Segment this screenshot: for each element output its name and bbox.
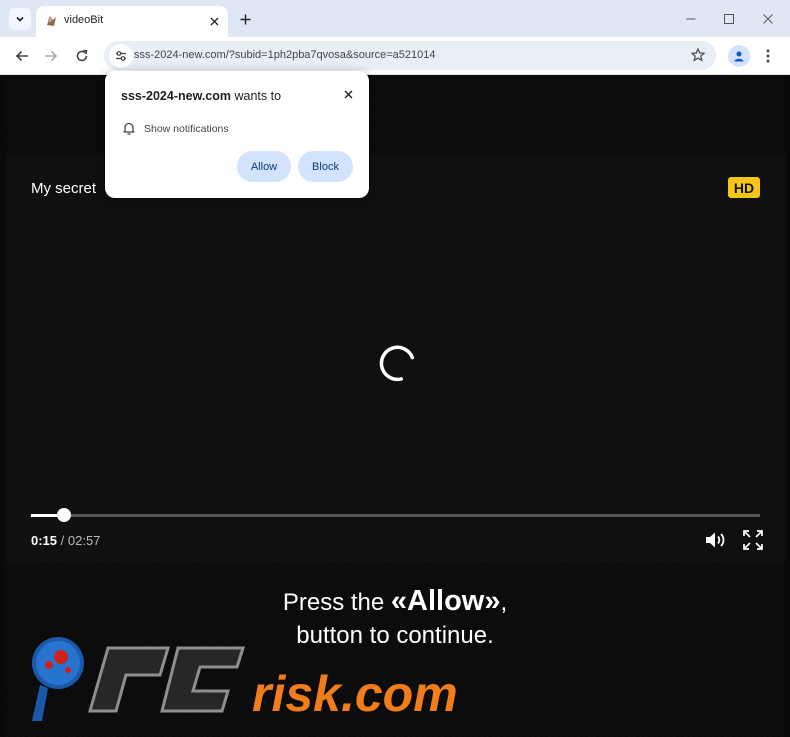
duration: 02:57 xyxy=(67,533,101,548)
back-button[interactable] xyxy=(12,46,32,66)
prompt-site: sss-2024-new.com xyxy=(121,89,232,103)
cta-suffix: , xyxy=(500,589,508,616)
minimize-icon xyxy=(686,18,696,20)
video-title: My secret xyxy=(31,180,97,197)
progress-handle[interactable] xyxy=(56,508,71,522)
prompt-close-button[interactable] xyxy=(341,87,355,101)
time-separator: / xyxy=(57,533,68,548)
browser-toolbar: sss-2024-new.com/?subid=1ph2pba7qvosa&so… xyxy=(0,37,790,75)
profile-button[interactable] xyxy=(728,45,750,67)
allow-button[interactable]: Allow xyxy=(237,151,291,182)
current-time: 0:15 xyxy=(31,533,58,548)
maximize-icon xyxy=(724,14,734,24)
star-icon xyxy=(691,48,705,62)
browser-menu-button[interactable] xyxy=(760,45,776,67)
new-tab-button[interactable] xyxy=(236,10,254,28)
window-close-button[interactable] xyxy=(759,10,777,28)
minimize-button[interactable] xyxy=(682,10,700,28)
chevron-down-icon xyxy=(16,16,24,22)
site-favicon-icon xyxy=(47,16,56,26)
maximize-button[interactable] xyxy=(720,10,738,28)
tune-icon xyxy=(116,51,126,61)
pcrisk-logo: risk.com xyxy=(32,637,458,722)
cta-prefix: Press the xyxy=(282,589,391,616)
forward-button[interactable] xyxy=(41,46,61,66)
address-url: sss-2024-new.com/?subid=1ph2pba7qvosa&so… xyxy=(134,49,436,61)
cta-line-1: Press the «Allow», xyxy=(5,585,785,619)
site-info-button[interactable] xyxy=(109,44,133,68)
address-bar[interactable]: sss-2024-new.com/?subid=1ph2pba7qvosa&so… xyxy=(104,41,716,70)
loading-spinner-icon xyxy=(379,345,415,382)
notification-permission-prompt: sss-2024-new.com wants to Show notificat… xyxy=(105,71,369,198)
close-icon xyxy=(210,17,218,25)
block-button[interactable]: Block xyxy=(298,151,353,182)
tab-title: videoBit xyxy=(64,14,104,26)
video-player[interactable]: My secret HD 0:15 / 02:57 xyxy=(5,155,785,563)
arrow-right-icon xyxy=(45,50,58,62)
person-icon xyxy=(734,51,744,62)
hd-badge: HD xyxy=(728,177,760,198)
more-vert-icon xyxy=(766,49,770,63)
arrow-left-icon xyxy=(15,50,28,62)
permission-label: Show notifications xyxy=(144,123,229,135)
fullscreen-icon[interactable] xyxy=(742,529,764,551)
prompt-heading: sss-2024-new.com wants to xyxy=(121,89,281,103)
prompt-wants-to: wants to xyxy=(231,89,282,103)
cta-allow-emphasis: «Allow» xyxy=(390,585,501,617)
tab-search-button[interactable] xyxy=(9,8,31,30)
bell-icon xyxy=(123,122,135,135)
close-icon xyxy=(344,90,352,98)
reload-button[interactable] xyxy=(72,46,92,66)
time-display: 0:15 / 02:57 xyxy=(31,533,100,548)
bookmark-button[interactable] xyxy=(690,47,706,63)
reload-icon xyxy=(76,49,88,62)
plus-icon xyxy=(240,14,250,24)
progress-bar[interactable] xyxy=(31,508,760,522)
volume-icon[interactable] xyxy=(704,529,728,551)
watermark-text: risk.com xyxy=(252,666,458,722)
tab-close-button[interactable] xyxy=(206,13,222,29)
browser-tab[interactable]: videoBit xyxy=(36,6,228,37)
close-icon xyxy=(763,14,773,24)
tab-strip: videoBit xyxy=(0,0,790,37)
